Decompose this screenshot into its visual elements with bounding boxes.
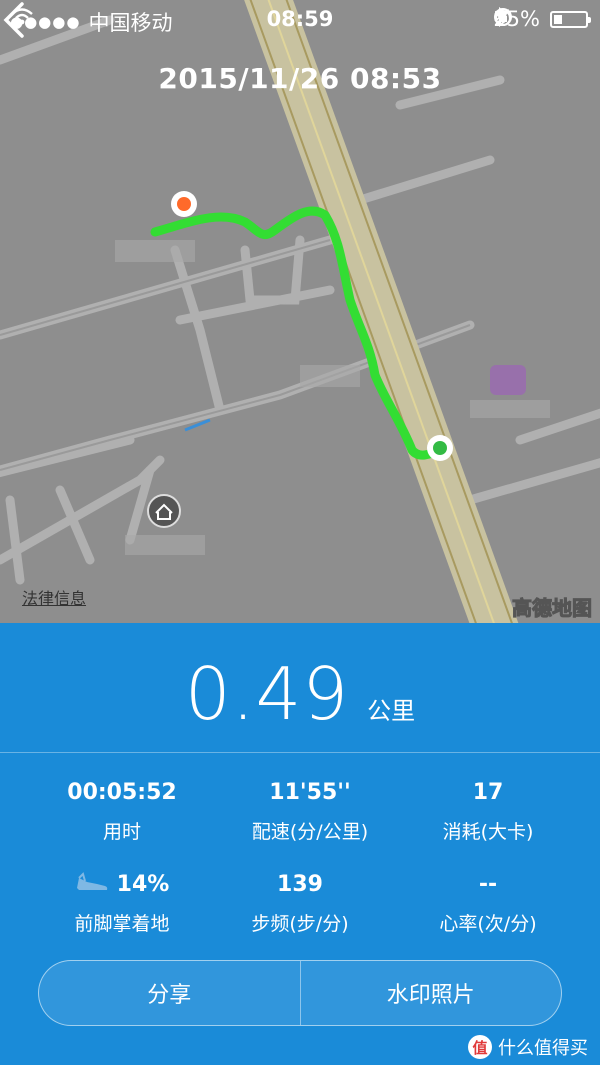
stat-forefoot: 14% 前脚掌着地 [22, 872, 222, 936]
back-chevron-icon[interactable] [0, 0, 30, 40]
stat-value: -- [478, 872, 498, 897]
stat-heart-rate: -- 心率(次/分) [388, 872, 588, 936]
poi-home-icon [147, 494, 181, 528]
stat-value: 11'55'' [269, 780, 351, 805]
site-watermark: 值 什么值得买 [468, 1034, 588, 1060]
legal-info-link[interactable]: 法律信息 [22, 585, 86, 609]
watermark-photo-button[interactable]: 水印照片 [301, 961, 562, 1025]
share-button[interactable]: 分享 [39, 961, 300, 1025]
stat-value: 17 [472, 780, 504, 805]
stat-value: 00:05:52 [67, 780, 177, 805]
stat-calories: 17 消耗(大卡) [388, 780, 588, 844]
stat-label: 消耗(大卡) [442, 821, 534, 843]
stat-cadence: 139 步频(步/分) [200, 872, 400, 936]
stat-pace: 11'55'' 配速(分/公里) [210, 780, 410, 844]
page-title: 2015/11/26 08:53 [158, 62, 442, 95]
map-provider-logo: 高德地图 [512, 596, 593, 621]
smzdm-logo-icon: 值 [468, 1035, 492, 1059]
distance-unit: 公里 [367, 697, 416, 725]
divider [0, 752, 600, 753]
stat-label: 前脚掌着地 [74, 913, 170, 935]
running-shoe-icon [76, 872, 107, 890]
stat-value: 14% [116, 872, 170, 897]
distance-summary: 0.49 公里 [0, 652, 600, 736]
watermark-text: 什么值得买 [498, 1038, 588, 1059]
action-buttons: 分享 水印照片 [38, 960, 562, 1026]
stat-label: 步频(步/分) [251, 913, 349, 935]
route-map[interactable]: ●●●●● 中国移动 08:59 25% 2015/11/26 08:53 法律… [0, 0, 600, 623]
stat-label: 用时 [102, 821, 141, 843]
status-bar: ●●●●● 中国移动 08:59 25% [0, 0, 600, 40]
stat-value: 139 [277, 872, 323, 897]
battery-icon [550, 10, 591, 28]
bluetooth-icon [494, 7, 507, 27]
distance-value: 0.49 [184, 652, 350, 736]
stat-duration: 00:05:52 用时 [22, 780, 222, 844]
stat-label: 心率(次/分) [439, 913, 537, 935]
stat-label: 配速(分/公里) [251, 821, 369, 843]
